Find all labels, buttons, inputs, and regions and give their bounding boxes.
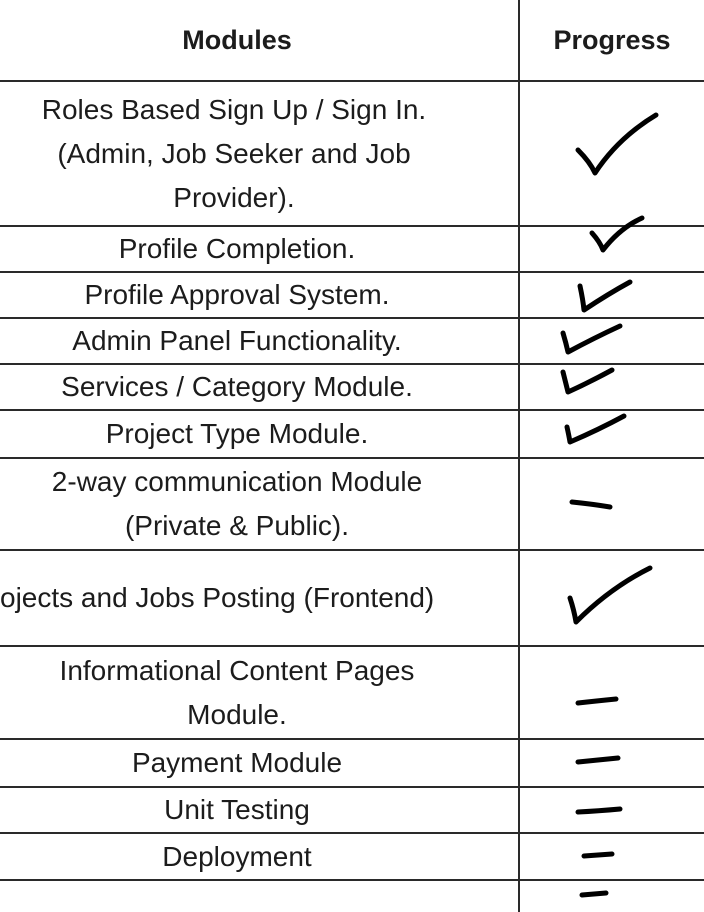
dash-mark-icon [579, 890, 609, 898]
progress-table: Modules Progress Roles Based Sign Up / S… [0, 0, 704, 912]
